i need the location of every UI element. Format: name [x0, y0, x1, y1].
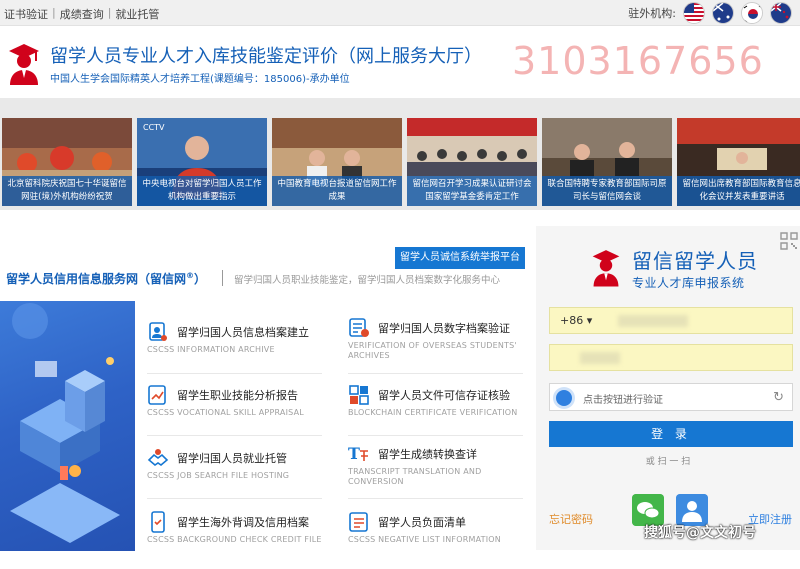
service-item[interactable]: 留学归国人员信息档案建立 CSCSS INFORMATION ARCHIVE — [147, 321, 332, 379]
branches-label: 驻外机构: — [628, 7, 676, 20]
separator: | — [107, 6, 112, 19]
news-caption: 北京留科院庆祝国七十华诞留信网驻(境)外机构纷纷祝贺 — [2, 176, 132, 206]
qr-code-icon[interactable] — [780, 232, 798, 250]
service-subtitle: CSCSS NEGATIVE LIST INFORMATION — [348, 535, 501, 544]
isometric-city-icon — [10, 303, 120, 543]
news-item[interactable]: 留信网出席教育部国际教育信息化会议并发表重要讲话 — [677, 118, 800, 206]
news-caption: 中国教育电视台报道留信网工作成果 — [272, 176, 402, 206]
service-item[interactable]: 留学归国人员就业托管 CSCSS JOB SEARCH FILE HOSTING — [147, 447, 332, 505]
phone-check-icon — [151, 511, 165, 533]
blockchain-icon — [349, 385, 369, 405]
refresh-icon[interactable]: ↻ — [773, 390, 784, 405]
news-carousel: 北京留科院庆祝国七十华诞留信网驻(境)外机构纷纷祝贺 CCTV 中央电视台对留学… — [0, 98, 800, 210]
forgot-password-link[interactable]: 忘记密码 — [549, 511, 593, 527]
service-title: 留学归国人员就业托管 — [177, 452, 287, 465]
archive-verify-icon — [349, 318, 369, 337]
service-item[interactable]: 留学人员负面清单 CSCSS NEGATIVE LIST INFORMATION — [348, 511, 533, 569]
service-subtitle: CSCSS VOCATIONAL SKILL APPRAISAL — [147, 408, 304, 417]
hero-illustration — [0, 301, 135, 551]
australia-flag-icon[interactable] — [712, 2, 734, 24]
phone-input[interactable]: +86 ▾ — [549, 307, 793, 334]
svg-text:CCTV: CCTV — [143, 123, 165, 132]
watermark: 搜狐号@文文初号 — [644, 525, 756, 541]
verify-dot-icon — [556, 390, 572, 406]
site-header: 留学人员专业人才入库技能鉴定评价（网上服务大厅） 中国人生学会国际精英人才培养工… — [0, 27, 800, 97]
service-subtitle: VERIFICATION OF OVERSEAS STUDENTS' ARCHI… — [348, 341, 517, 360]
country-code-select[interactable]: +86 ▾ — [560, 314, 592, 327]
report-chart-icon — [148, 385, 166, 405]
page-title: 留学人员专业人才入库技能鉴定评价（网上服务大厅） — [50, 46, 482, 67]
divider — [222, 270, 223, 286]
nz-flag-icon[interactable] — [770, 2, 792, 24]
service-title: 留学人员文件可信存证核验 — [378, 389, 510, 402]
service-subtitle: BLOCKCHAIN CERTIFICATE VERIFICATION — [348, 408, 518, 417]
graduate-logo-icon — [592, 250, 620, 287]
or-scan-label: 或 扫 一 扫 — [645, 457, 691, 467]
list-icon — [349, 512, 368, 532]
translate-icon: T — [348, 444, 368, 463]
service-item[interactable]: 留学人员文件可信存证核验 BLOCKCHAIN CERTIFICATE VERI… — [348, 384, 533, 442]
news-item[interactable]: 联合国特聘专家教育部国际司原司长与留信网会谈 — [542, 118, 672, 206]
cert-verify-link[interactable]: 证书验证 — [4, 6, 48, 22]
captcha-verify[interactable]: 点击按钮进行验证 ↻ — [549, 383, 793, 411]
services-panel: 留学人员诚信系统举报平台 留学人员信用信息服务网（留信网®） 留学归国人员职业技… — [0, 226, 534, 551]
news-caption: 留信网出席教育部国际教育信息化会议并发表重要讲话 — [677, 176, 800, 206]
service-title: 留学归国人员数字档案验证 — [378, 322, 510, 335]
news-item[interactable]: 北京留科院庆祝国七十华诞留信网驻(境)外机构纷纷祝贺 — [2, 118, 132, 206]
news-caption: 中央电视台对留学归国人员工作机构做出重要指示 — [137, 176, 267, 206]
login-brand-title: 留信留学人员 — [632, 249, 758, 273]
verify-text: 点击按钮进行验证 — [583, 395, 663, 406]
page-subtitle: 中国人生学会国际精英人才培养工程(课题编号：185006)-承办单位 — [50, 74, 350, 85]
redacted-text — [580, 352, 620, 364]
service-title: 留学归国人员信息档案建立 — [177, 326, 309, 339]
service-item[interactable]: 留学生海外背调及信用档案 CSCSS BACKGROUND CHECK CRED… — [147, 511, 332, 569]
svg-text:T: T — [348, 444, 360, 463]
top-bar: 证书验证 | 成绩查询 | 就业托管 驻外机构: — [0, 0, 800, 26]
hotline-number: 3103167656 — [512, 39, 764, 83]
services-subtitle: 留学归国人员职业技能鉴定，留学归国人员档案数字化服务中心 — [234, 275, 501, 286]
service-title: 留学人员负面清单 — [378, 516, 466, 529]
score-query-link[interactable]: 成绩查询 — [60, 6, 104, 22]
service-subtitle: CSCSS BACKGROUND CHECK CREDIT FILE — [147, 535, 322, 544]
services-title: 留学人员信用信息服务网（留信网®） — [6, 271, 207, 286]
separator: | — [52, 6, 56, 19]
service-title: 留学生海外背调及信用档案 — [177, 516, 309, 529]
service-title: 留学生成绩转换查详 — [378, 448, 477, 461]
archive-person-icon — [149, 322, 167, 341]
login-panel: 留信留学人员 专业人才库申报系统 +86 ▾ 点击按钮进行验证 ↻ 登 录 或 … — [536, 226, 800, 550]
korea-flag-icon[interactable] — [741, 2, 763, 24]
service-title: 留学生职业技能分析报告 — [177, 389, 298, 402]
news-item[interactable]: 中国教育电视台报道留信网工作成果 — [272, 118, 402, 206]
service-subtitle: CSCSS JOB SEARCH FILE HOSTING — [147, 471, 290, 480]
usa-flag-icon[interactable] — [683, 2, 705, 24]
news-caption: 留信网召开学习成果认证研讨会国家留学基金委肯定工作 — [407, 176, 537, 206]
news-caption: 联合国特聘专家教育部国际司原司长与留信网会谈 — [542, 176, 672, 206]
report-platform-button[interactable]: 留学人员诚信系统举报平台 — [395, 247, 525, 269]
news-item[interactable]: CCTV 中央电视台对留学归国人员工作机构做出重要指示 — [137, 118, 267, 206]
news-item[interactable]: 留信网召开学习成果认证研讨会国家留学基金委肯定工作 — [407, 118, 537, 206]
service-item[interactable]: T 留学生成绩转换查详 TRANSCRIPT TRANSLATION AND C… — [348, 443, 533, 501]
service-subtitle: CSCSS INFORMATION ARCHIVE — [147, 345, 275, 354]
password-input[interactable] — [549, 344, 793, 371]
login-brand-subtitle: 专业人才库申报系统 — [632, 276, 745, 290]
top-links: 证书验证 | 成绩查询 | 就业托管 — [4, 6, 159, 22]
overseas-branches: 驻外机构: — [628, 2, 792, 24]
job-hosting-link[interactable]: 就业托管 — [115, 6, 159, 22]
handshake-icon — [147, 449, 169, 466]
service-subtitle: TRANSCRIPT TRANSLATION AND CONVERSION — [348, 467, 482, 486]
redacted-text — [618, 315, 688, 327]
login-button[interactable]: 登 录 — [549, 421, 793, 447]
graduate-logo-icon — [9, 44, 39, 85]
service-item[interactable]: 留学归国人员数字档案验证 VERIFICATION OF OVERSEAS ST… — [348, 317, 533, 375]
service-item[interactable]: 留学生职业技能分析报告 CSCSS VOCATIONAL SKILL APPRA… — [147, 384, 332, 442]
